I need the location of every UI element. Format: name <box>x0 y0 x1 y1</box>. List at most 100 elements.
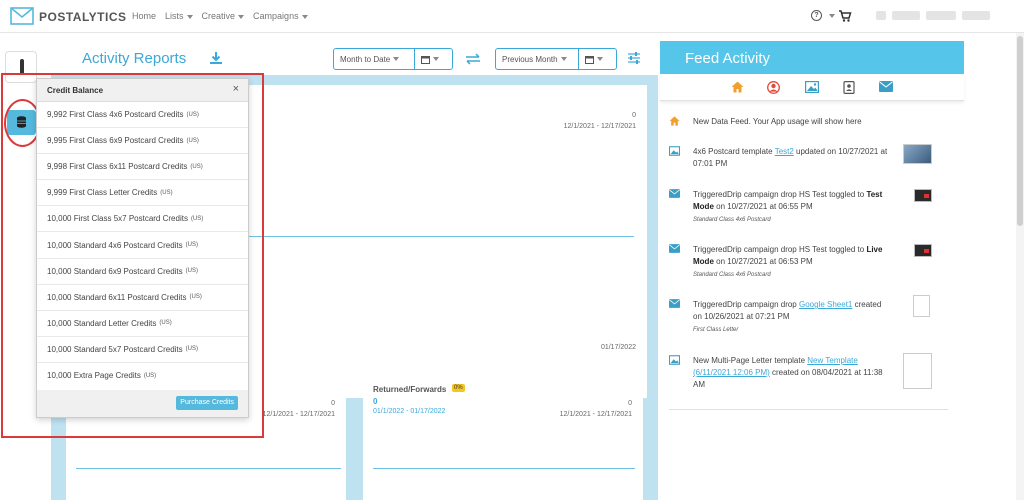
feed-item-text: TriggeredDrip campaign drop HS Test togg… <box>693 189 888 226</box>
nav-creative[interactable]: Creative <box>202 11 245 21</box>
letter-thumbnail[interactable] <box>903 353 932 389</box>
top-navbar: POSTALYTICS Home Lists Creative Campaign… <box>0 0 1024 33</box>
swap-arrows-icon[interactable] <box>465 53 481 65</box>
credit-balance-footer: Purchase Credits <box>37 390 248 417</box>
template-link[interactable]: Test2 <box>775 147 794 156</box>
redacted-user-info <box>962 11 990 20</box>
credit-item: 10,000 Extra Page Credits (US) <box>37 363 248 389</box>
range-select-value: Month to Date <box>340 54 391 64</box>
feed-text-part: TriggeredDrip campaign drop HS Test togg… <box>693 190 867 199</box>
returned-forwards-card: Returned/Forwards 0% 0 01/1/2022 - 01/17… <box>363 376 643 500</box>
feed-filter-bar <box>660 74 964 101</box>
card-date-range: 12/1/2021 - 12/17/2021 <box>262 411 335 418</box>
compare-range-select[interactable]: Previous Month <box>495 48 617 70</box>
brand-logo[interactable]: POSTALYTICS <box>39 10 127 24</box>
download-icon[interactable] <box>209 51 223 65</box>
divider <box>669 409 948 410</box>
calendar-icon <box>421 55 430 64</box>
range-calendar-button[interactable] <box>415 49 445 69</box>
image-icon[interactable] <box>805 81 819 93</box>
date-range-select[interactable]: Month to Date <box>333 48 453 70</box>
user-icon[interactable] <box>767 81 780 94</box>
chart-baseline <box>76 468 341 469</box>
credit-item-label: 9,995 First Class 6x9 Postcard Credits <box>47 136 184 146</box>
activity-header: Activity Reports Month to Date Previous … <box>51 41 658 75</box>
compare-calendar-button[interactable] <box>579 49 609 69</box>
feed-item-subtext: Standard Class 4x6 Postcard <box>693 217 771 223</box>
campaign-link[interactable]: Google Sheet1 <box>799 300 852 309</box>
image-icon <box>669 146 680 156</box>
credit-item: 10,000 Standard 5x7 Postcard Credits (US) <box>37 337 248 363</box>
range-dropdown[interactable]: Month to Date <box>334 49 414 69</box>
nav-creative-label: Creative <box>201 11 236 21</box>
credit-item-region: (US) <box>190 215 204 222</box>
credit-balance-title: Credit Balance <box>47 86 104 95</box>
help-icon[interactable]: ? <box>811 10 822 21</box>
sliders-icon[interactable] <box>627 51 641 65</box>
credit-item-region: (US) <box>143 372 157 379</box>
cart-icon[interactable] <box>838 9 852 23</box>
credit-item: 9,999 First Class Letter Credits (US) <box>37 180 248 207</box>
credit-item: 10,000 Standard 4x6 Postcard Credits (US) <box>37 232 248 259</box>
credit-item-label: 10,000 Standard 4x6 Postcard Credits <box>47 240 183 250</box>
letter-thumbnail[interactable] <box>913 295 930 317</box>
nav-home[interactable]: Home <box>132 11 156 21</box>
feed-item-text: TriggeredDrip campaign drop HS Test togg… <box>693 244 888 281</box>
purchase-credits-button[interactable]: Purchase Credits <box>176 396 238 410</box>
feed-item-text: 4x6 Postcard template Test2 updated on 1… <box>693 146 888 170</box>
credit-item-region: (US) <box>185 346 198 353</box>
compare-dropdown[interactable]: Previous Month <box>496 49 578 69</box>
nav-campaigns[interactable]: Campaigns <box>253 11 308 21</box>
credit-item: 10,000 Standard 6x9 Postcard Credits (US) <box>37 259 248 285</box>
postcard-thumbnail[interactable] <box>903 144 932 164</box>
redacted-user-info <box>892 11 920 20</box>
credit-item-label: 9,998 First Class 6x11 Postcard Credits <box>47 162 188 172</box>
contacts-icon[interactable] <box>843 81 855 94</box>
credit-item-label: 10,000 Standard 6x9 Postcard Credits <box>47 266 183 276</box>
credit-item-region: (US) <box>186 137 199 144</box>
credit-item-label: 10,000 Standard 6x11 Postcard Credits <box>47 292 187 302</box>
envelope-logo-icon[interactable] <box>10 7 34 25</box>
credit-balance-header: Credit Balance × <box>37 79 248 102</box>
scrollbar-thumb[interactable] <box>1017 36 1023 226</box>
feed-list: New Data Feed. Your App usage will show … <box>660 101 964 500</box>
redacted-user-info <box>876 11 886 20</box>
calendar-icon <box>585 55 594 64</box>
credit-item: 9,992 First Class 4x6 Postcard Credits (U… <box>37 102 248 129</box>
credit-item: 10,000 First Class 5x7 Postcard Credits(… <box>37 206 248 233</box>
credit-balance-dropdown: Credit Balance × 9,992 First Class 4x6 P… <box>36 78 249 418</box>
feed-item-text: New Multi-Page Letter template New Templ… <box>693 355 888 391</box>
chart-baseline <box>373 468 635 469</box>
card-date-range: 12/1/2021 - 12/17/2021 <box>563 123 636 130</box>
thumbnail-mark <box>924 249 929 253</box>
credit-item-label: 10,000 Extra Page Credits <box>47 371 141 381</box>
card-end-date: 01/17/2022 <box>600 344 636 351</box>
returned-date-link[interactable]: 01/1/2022 - 01/17/2022 <box>373 408 445 415</box>
feed-item-subtext: First Class Letter <box>693 327 739 333</box>
tool-icon <box>20 59 24 73</box>
chevron-down-icon <box>597 57 603 61</box>
campaign-thumbnail[interactable] <box>914 189 932 202</box>
feed-text-part: 4x6 Postcard template <box>693 147 775 156</box>
feed-text-part: TriggeredDrip campaign drop <box>693 300 799 309</box>
nav-lists[interactable]: Lists <box>165 11 193 21</box>
credit-item-label: 10,000 Standard Letter Credits <box>47 318 157 328</box>
credit-item: 10,000 Standard 6x11 Postcard Credits (US… <box>37 285 248 311</box>
feed-item-subtext: Standard Class 4x6 Postcard <box>693 272 771 278</box>
page-title: Activity Reports <box>82 50 187 67</box>
envelope-icon <box>669 244 680 253</box>
thumbnail-mark <box>924 194 929 198</box>
credit-item-region: (US) <box>186 111 199 118</box>
credit-item-label: 9,999 First Class Letter Credits <box>47 188 158 198</box>
envelope-icon[interactable] <box>879 81 893 92</box>
close-icon[interactable]: × <box>233 83 239 95</box>
home-icon[interactable] <box>731 81 744 93</box>
campaign-thumbnail[interactable] <box>914 244 932 257</box>
credit-item-label: 10,000 Standard 5x7 Postcard Credits <box>47 344 183 354</box>
envelope-icon <box>669 299 680 308</box>
chevron-down-icon <box>238 14 245 19</box>
chevron-down-icon[interactable] <box>829 14 835 18</box>
credit-item-region: (US) <box>189 294 202 301</box>
credit-item-region: (US) <box>159 320 172 327</box>
feed-text-part: TriggeredDrip campaign drop HS Test togg… <box>693 245 867 254</box>
